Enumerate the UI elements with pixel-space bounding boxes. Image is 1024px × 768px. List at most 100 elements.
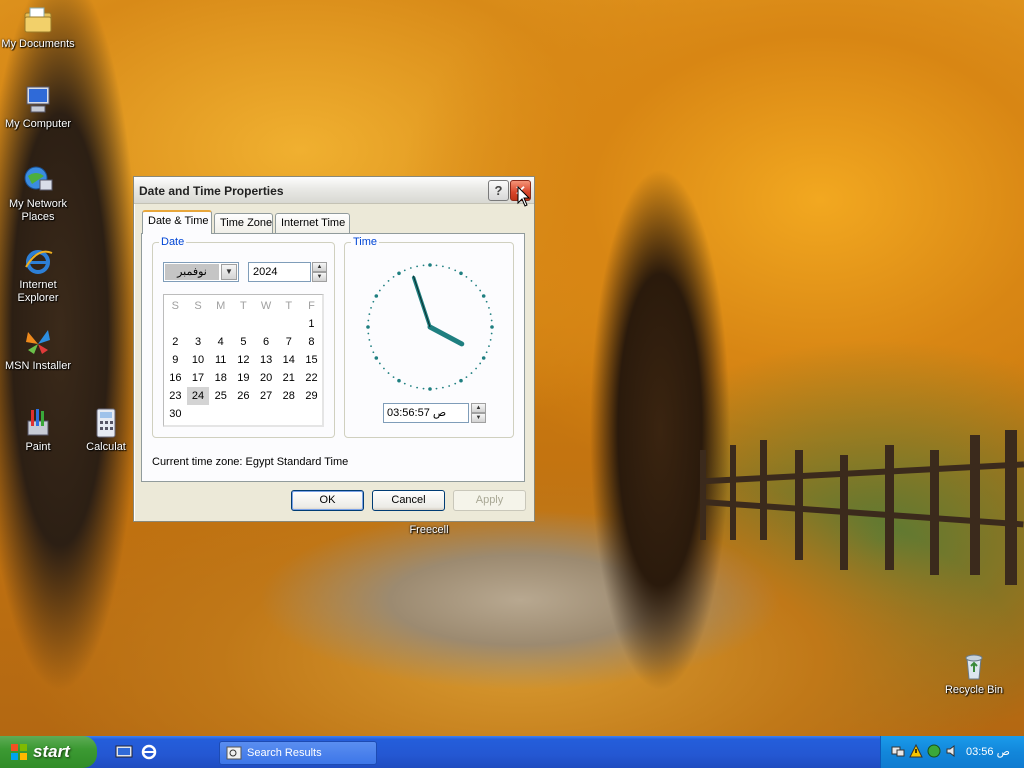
clock-minute-mark <box>368 313 371 316</box>
calendar-day[interactable]: 9 <box>164 351 187 369</box>
desktop-icon-label: My Documents <box>1 38 75 50</box>
year-up-arrow-icon[interactable]: ▲ <box>312 262 327 272</box>
calendar-day[interactable]: 14 <box>277 351 300 369</box>
start-button[interactable]: start <box>0 736 97 768</box>
clock-hour-mark <box>481 294 486 298</box>
calendar-day[interactable]: 23 <box>164 387 187 405</box>
time-down-arrow-icon[interactable]: ▼ <box>471 413 486 423</box>
clock-second-hand <box>412 275 431 328</box>
calendar-day[interactable]: 11 <box>209 351 232 369</box>
calendar-day[interactable]: 5 <box>232 333 255 351</box>
calendar-day[interactable]: 3 <box>187 333 210 351</box>
tab-time-zone[interactable]: Time Zone <box>214 213 273 233</box>
chevron-down-icon[interactable]: ▼ <box>221 264 237 280</box>
clock-minute-mark <box>435 264 438 267</box>
year-down-arrow-icon[interactable]: ▼ <box>312 272 327 282</box>
time-input[interactable]: 03:56:57 ص <box>383 403 469 423</box>
desktop-icon-freecell[interactable]: Freecell <box>391 524 467 537</box>
recycle-bin-icon <box>965 654 983 680</box>
ok-button[interactable]: OK <box>291 490 364 511</box>
desktop-icon-label: Recycle Bin <box>944 684 1004 696</box>
calendar-day[interactable]: 18 <box>209 369 232 387</box>
calendar-day[interactable]: 16 <box>164 369 187 387</box>
month-calendar[interactable]: S S M T W T F 1 2 3 4 5 6 7 8 9 10 11 12 13 14 15 16 17 1… <box>163 294 324 427</box>
desktop-icon-msn-installer[interactable]: MSN Installer <box>0 326 76 373</box>
help-button[interactable]: ? <box>488 180 509 201</box>
tray-network-icon[interactable] <box>891 744 905 758</box>
desktop-icon-label: My Network Places <box>8 198 68 223</box>
show-desktop-icon[interactable] <box>115 744 133 760</box>
calendar-day[interactable]: 21 <box>277 369 300 387</box>
calendar-day[interactable]: 17 <box>187 369 210 387</box>
calendar-empty-cell <box>255 315 278 333</box>
clock-minute-mark <box>489 338 492 341</box>
desktop-icon-recycle-bin[interactable]: Recycle Bin <box>936 650 1012 697</box>
tray-security-alert-icon[interactable] <box>909 744 923 758</box>
tab-internet-time[interactable]: Internet Time <box>275 213 350 233</box>
calendar-day[interactable]: 10 <box>187 351 210 369</box>
calendar-day[interactable]: 7 <box>277 333 300 351</box>
year-input[interactable]: 2024 <box>248 262 311 282</box>
month-select[interactable]: نوفمبر ▼ <box>163 262 239 282</box>
internet-explorer-icon[interactable] <box>140 742 158 760</box>
calendar-day[interactable]: 6 <box>255 333 278 351</box>
calendar-day[interactable]: 25 <box>209 387 232 405</box>
taskbar-clock[interactable]: ص 03:56 <box>966 745 1010 758</box>
time-group-title: Time <box>351 236 380 248</box>
calendar-day[interactable]: 26 <box>232 387 255 405</box>
calendar-day[interactable]: 27 <box>255 387 278 405</box>
calendar-empty-cell <box>277 315 300 333</box>
desktop-icon-internet-explorer[interactable]: Internet Explorer <box>0 245 76 305</box>
time-up-arrow-icon[interactable]: ▲ <box>471 403 486 413</box>
calendar-day[interactable]: 20 <box>255 369 278 387</box>
clock-minute-mark <box>378 362 381 365</box>
windows-logo-icon <box>11 744 27 760</box>
paint-icon <box>27 409 49 436</box>
calendar-empty-cell <box>232 315 255 333</box>
calendar-day[interactable]: 22 <box>300 369 323 387</box>
taskbar-item-label: Search Results <box>247 747 322 759</box>
desktop-icon-my-computer[interactable]: My Computer <box>0 84 76 131</box>
calendar-day[interactable]: 13 <box>255 351 278 369</box>
time-group: Time 03:56:57 ص ▲ ▼ <box>344 236 514 438</box>
folder-documents-icon <box>24 7 52 33</box>
desktop-icon-my-documents[interactable]: My Documents <box>0 4 76 51</box>
cancel-button[interactable]: Cancel <box>372 490 445 511</box>
tab-date-and-time[interactable]: Date & Time <box>142 210 212 234</box>
analog-clock-icon <box>366 263 494 391</box>
weekday-label: S <box>171 300 180 312</box>
year-spinner[interactable]: 2024 ▲ ▼ <box>248 262 328 282</box>
calendar-day[interactable]: 4 <box>209 333 232 351</box>
calendar-day[interactable]: 15 <box>300 351 323 369</box>
calendar-day[interactable]: 19 <box>232 369 255 387</box>
time-spinner[interactable]: 03:56:57 ص ▲ ▼ <box>383 403 487 423</box>
apply-button[interactable]: Apply <box>453 490 526 511</box>
taskbar-item-search-results[interactable]: Search Results <box>219 741 377 765</box>
desktop-icon-my-network-places[interactable]: My Network Places <box>0 164 76 224</box>
calendar-day[interactable]: 28 <box>277 387 300 405</box>
calendar-day[interactable]: 24 <box>186 387 210 405</box>
calendar-empty-cell <box>209 315 232 333</box>
desktop-icon-label: My Computer <box>4 118 72 130</box>
dialog-titlebar[interactable]: Date and Time Properties ? ✕ <box>134 177 534 204</box>
clock-minute-mark <box>435 387 438 390</box>
calculator-icon <box>96 408 116 438</box>
desktop-icon-paint[interactable]: Paint <box>0 407 76 454</box>
calendar-day[interactable]: 8 <box>300 333 323 351</box>
calendar-day[interactable]: 2 <box>164 333 187 351</box>
date-group-title: Date <box>159 236 187 248</box>
tray-update-icon[interactable] <box>927 744 941 758</box>
clock-minute-mark <box>485 300 488 303</box>
calendar-empty-cell <box>232 405 255 423</box>
clock-minute-mark <box>448 385 451 387</box>
mouse-cursor-icon <box>517 186 531 207</box>
tray-volume-icon[interactable] <box>945 744 959 758</box>
clock-minute-mark <box>488 345 490 348</box>
calendar-day[interactable]: 12 <box>232 351 255 369</box>
desktop-icon-calculator[interactable]: Calculat <box>76 407 136 454</box>
clock-minute-mark <box>368 338 371 341</box>
calendar-day[interactable]: 1 <box>300 315 323 333</box>
calendar-day[interactable]: 30 <box>164 405 187 423</box>
desktop-icon-label: Calculat <box>86 441 126 453</box>
calendar-day[interactable]: 29 <box>300 387 323 405</box>
